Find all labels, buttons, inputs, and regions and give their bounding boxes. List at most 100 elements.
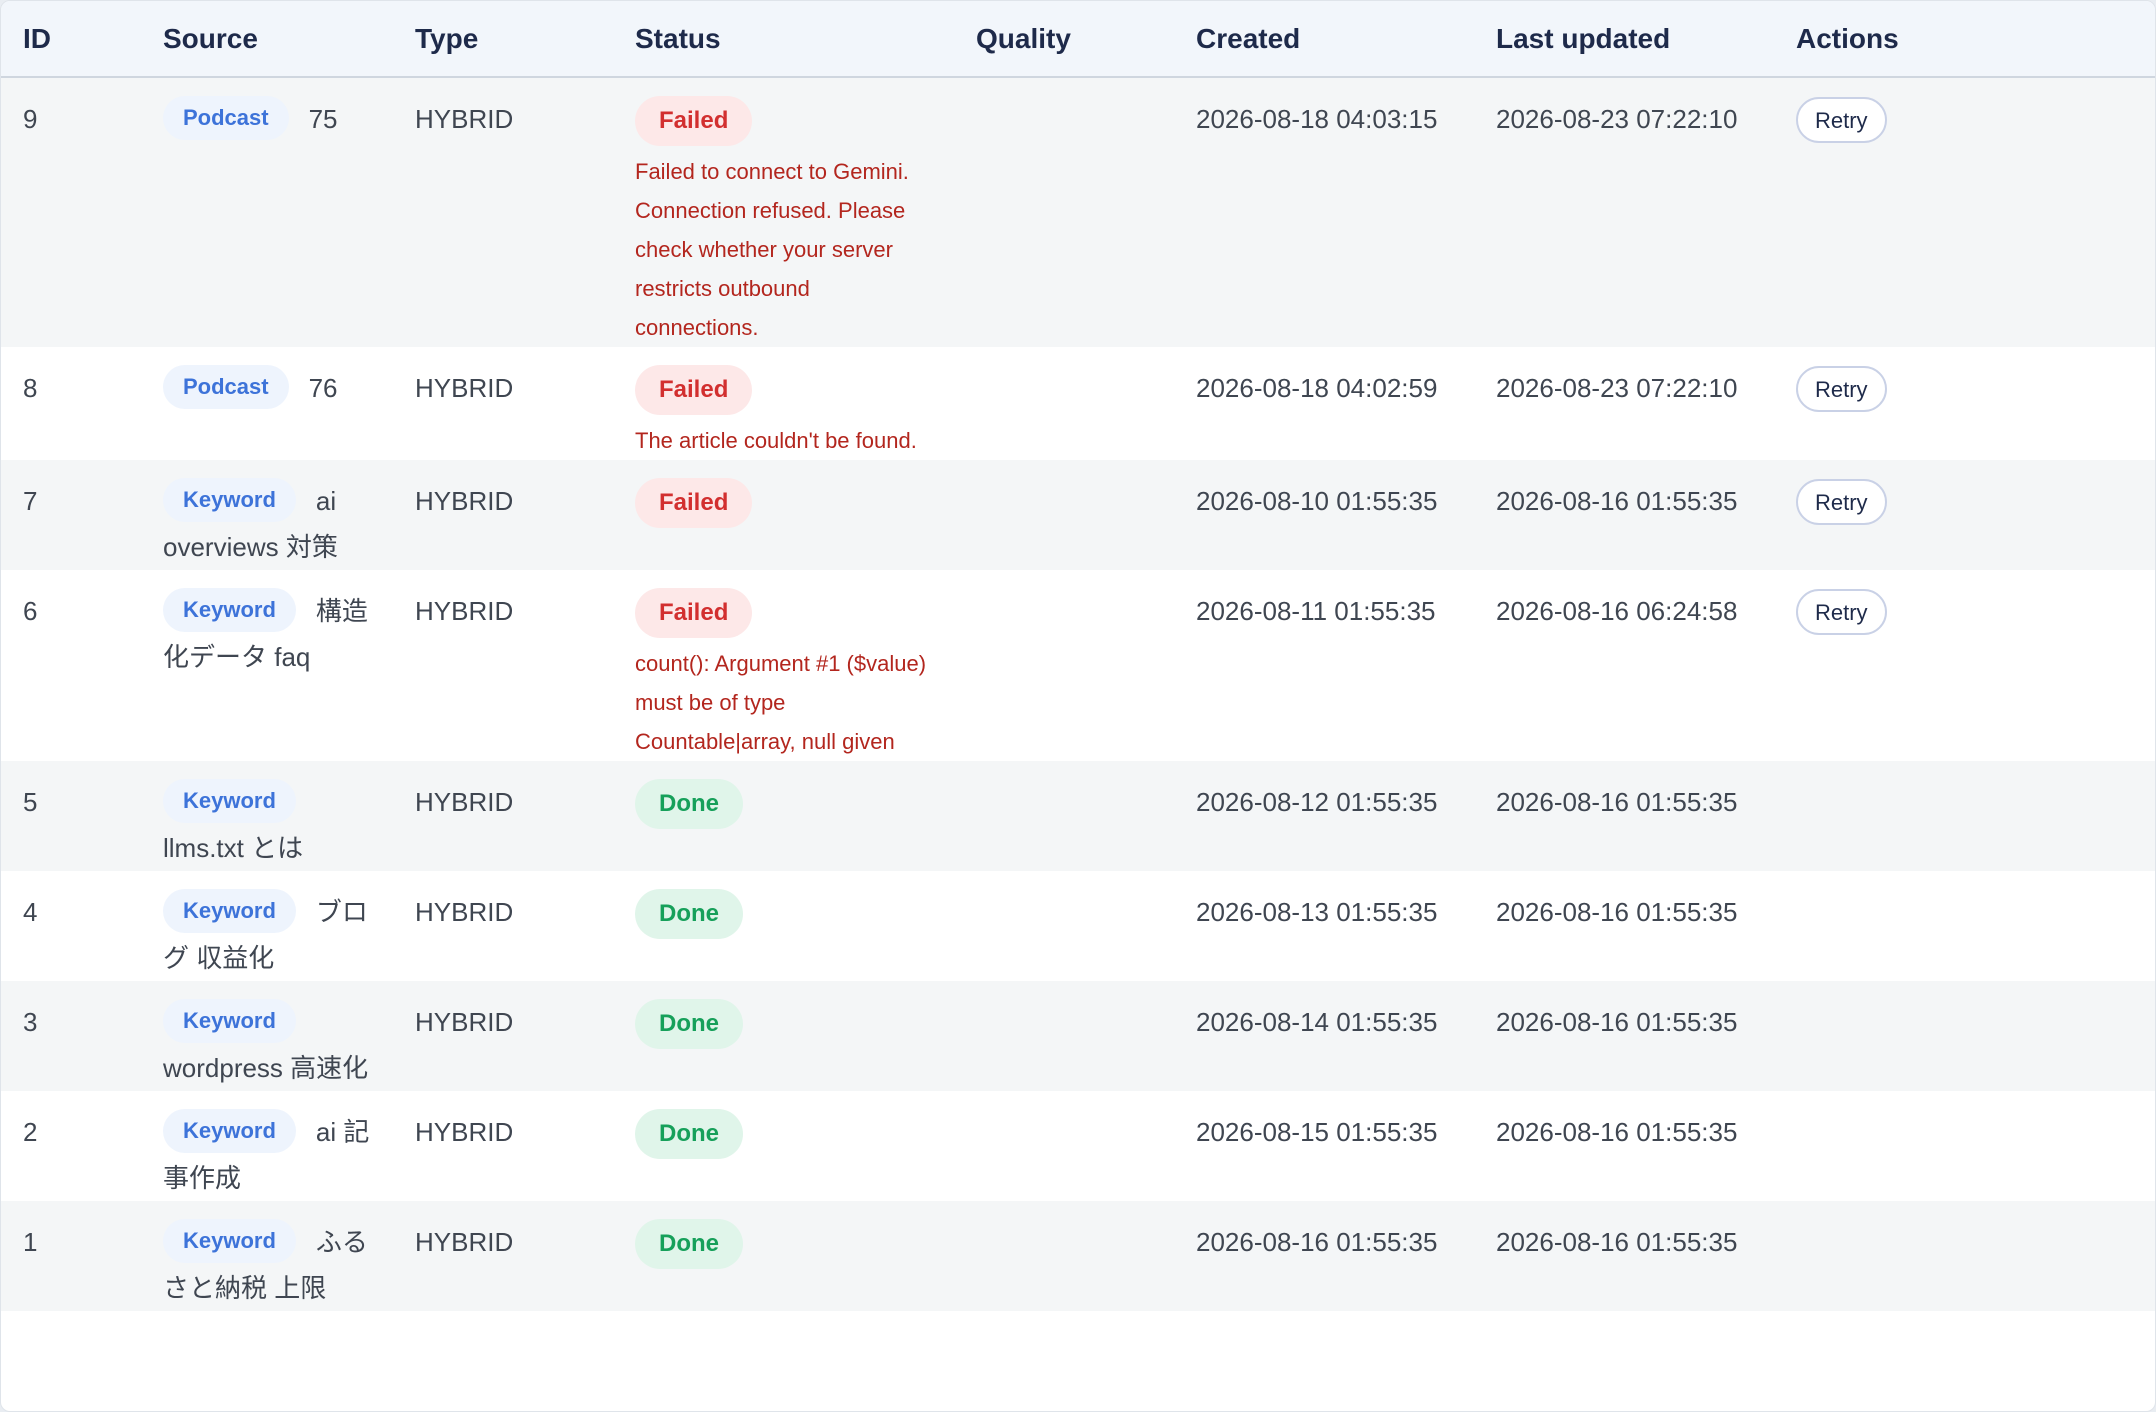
table-row: 2 Keyword ai 記事作成 HYBRID Done 2026-08-15 01:5…	[1, 1091, 2155, 1201]
cell-type: HYBRID	[415, 486, 514, 516]
cell-source: Keyword ai 記事作成	[141, 1091, 393, 1201]
table-row: 8 Podcast 76 HYBRID Failed The article couldn…	[1, 347, 2155, 460]
table-row: 3 Keyword wordpress 高速化 HYBRID Done 2026-08-1…	[1, 981, 2155, 1091]
cell-id: 4	[23, 897, 38, 927]
cell-status: Done	[613, 1201, 954, 1311]
retry-button[interactable]: Retry	[1796, 589, 1887, 635]
table-body: 9 Podcast 75 HYBRID Failed Failed to connect …	[1, 77, 2155, 1311]
header-actions: Actions	[1774, 1, 2155, 78]
header-id[interactable]: ID	[1, 1, 141, 78]
cell-quality	[954, 347, 1174, 460]
cell-last-updated: 2026-08-23 07:22:10	[1496, 104, 1738, 134]
header-row: ID Source Type Status Quality Created La…	[1, 1, 2155, 78]
jobs-table: ID Source Type Status Quality Created La…	[1, 1, 2155, 1311]
header-type[interactable]: Type	[393, 1, 613, 78]
cell-status: Done	[613, 1091, 954, 1201]
cell-last-updated: 2026-08-16 01:55:35	[1496, 1117, 1738, 1147]
cell-source: Keyword wordpress 高速化	[141, 981, 393, 1091]
cell-quality	[954, 570, 1174, 761]
cell-status: Failed Failed to connect to Gemini. Conne…	[613, 77, 954, 347]
cell-created: 2026-08-12 01:55:35	[1196, 787, 1438, 817]
table-row: 4 Keyword ブログ 収益化 HYBRID Done 2026-08-13 01:5…	[1, 871, 2155, 981]
status-badge: Failed	[635, 96, 753, 146]
cell-actions: Retry	[1774, 570, 2155, 761]
cell-type: HYBRID	[415, 596, 514, 626]
error-message: count(): Argument #1 ($value) must be of…	[635, 651, 927, 754]
table-row: 1 Keyword ふるさと納税 上限 HYBRID Done 2026-08-16 01…	[1, 1201, 2155, 1311]
cell-created: 2026-08-15 01:55:35	[1196, 1117, 1438, 1147]
header-status[interactable]: Status	[613, 1, 954, 78]
cell-id: 9	[23, 104, 38, 134]
cell-quality	[954, 981, 1174, 1091]
cell-last-updated: 2026-08-16 01:55:35	[1496, 486, 1738, 516]
cell-actions: Retry	[1774, 77, 2155, 347]
cell-id: 2	[23, 1117, 38, 1147]
cell-id: 6	[23, 596, 38, 626]
cell-source: Keyword ai overviews 対策	[141, 460, 393, 570]
cell-status: Done	[613, 871, 954, 981]
cell-source: Podcast 76	[141, 347, 393, 460]
retry-button[interactable]: Retry	[1796, 366, 1887, 412]
source-type-badge: Keyword	[163, 999, 296, 1043]
cell-quality	[954, 77, 1174, 347]
cell-type: HYBRID	[415, 1117, 514, 1147]
cell-status: Failed	[613, 460, 954, 570]
table-row: 9 Podcast 75 HYBRID Failed Failed to connect …	[1, 77, 2155, 347]
cell-actions	[1774, 1091, 2155, 1201]
cell-quality	[954, 761, 1174, 871]
status-badge: Failed	[635, 478, 753, 528]
cell-created: 2026-08-16 01:55:35	[1196, 1227, 1438, 1257]
cell-last-updated: 2026-08-16 06:24:58	[1496, 596, 1738, 626]
cell-id: 8	[23, 373, 38, 403]
error-message: The article couldn't be found.	[635, 428, 917, 453]
cell-actions	[1774, 871, 2155, 981]
header-source[interactable]: Source	[141, 1, 393, 78]
source-value: wordpress 高速化	[163, 1053, 369, 1083]
source-type-badge: Podcast	[163, 96, 289, 140]
cell-source: Keyword llms.txt とは	[141, 761, 393, 871]
header-last-updated[interactable]: Last updated	[1474, 1, 1774, 78]
status-badge: Done	[635, 1109, 743, 1159]
cell-created: 2026-08-14 01:55:35	[1196, 1007, 1438, 1037]
cell-actions: Retry	[1774, 460, 2155, 570]
cell-type: HYBRID	[415, 1007, 514, 1037]
header-quality[interactable]: Quality	[954, 1, 1174, 78]
table-row: 7 Keyword ai overviews 対策 HYBRID Failed 2026-…	[1, 460, 2155, 570]
cell-status: Done	[613, 981, 954, 1091]
cell-status: Failed The article couldn't be found.	[613, 347, 954, 460]
cell-actions	[1774, 761, 2155, 871]
source-type-badge: Keyword	[163, 779, 296, 823]
status-badge: Failed	[635, 588, 753, 638]
source-type-badge: Keyword	[163, 1109, 296, 1153]
cell-last-updated: 2026-08-16 01:55:35	[1496, 787, 1738, 817]
cell-type: HYBRID	[415, 104, 514, 134]
cell-type: HYBRID	[415, 787, 514, 817]
cell-source: Podcast 75	[141, 77, 393, 347]
cell-last-updated: 2026-08-23 07:22:10	[1496, 373, 1738, 403]
cell-source: Keyword 構造化データ faq	[141, 570, 393, 761]
table-row: 5 Keyword llms.txt とは HYBRID Done 2026-08-12 …	[1, 761, 2155, 871]
cell-status: Failed count(): Argument #1 ($value) must…	[613, 570, 954, 761]
source-type-badge: Keyword	[163, 588, 296, 632]
table-header: ID Source Type Status Quality Created La…	[1, 1, 2155, 78]
error-message: Failed to connect to Gemini. Connection …	[635, 159, 909, 340]
cell-status: Done	[613, 761, 954, 871]
source-type-badge: Keyword	[163, 478, 296, 522]
cell-source: Keyword ブログ 収益化	[141, 871, 393, 981]
cell-quality	[954, 460, 1174, 570]
cell-quality	[954, 1201, 1174, 1311]
retry-button[interactable]: Retry	[1796, 97, 1887, 143]
cell-actions	[1774, 981, 2155, 1091]
status-badge: Done	[635, 999, 743, 1049]
status-badge: Done	[635, 779, 743, 829]
cell-type: HYBRID	[415, 373, 514, 403]
header-created[interactable]: Created	[1174, 1, 1474, 78]
cell-quality	[954, 871, 1174, 981]
jobs-table-panel: ID Source Type Status Quality Created La…	[0, 0, 2156, 1412]
cell-last-updated: 2026-08-16 01:55:35	[1496, 1227, 1738, 1257]
source-type-badge: Keyword	[163, 1219, 296, 1263]
cell-actions	[1774, 1201, 2155, 1311]
cell-type: HYBRID	[415, 897, 514, 927]
source-type-badge: Keyword	[163, 889, 296, 933]
retry-button[interactable]: Retry	[1796, 479, 1887, 525]
